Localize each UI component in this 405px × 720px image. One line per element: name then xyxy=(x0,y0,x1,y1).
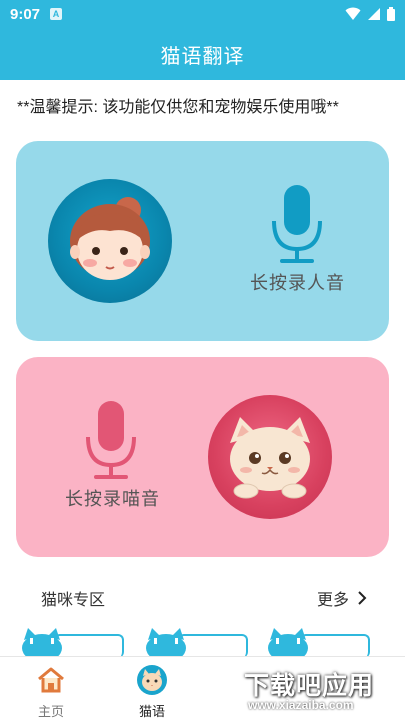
record-cat-card[interactable]: 长按录喵音 xyxy=(16,357,389,557)
nav-item-catspeak[interactable]: 猫语 xyxy=(122,657,182,720)
watermark-main: 下载吧应用 xyxy=(244,672,375,700)
notification-icon: A xyxy=(50,8,63,20)
cat-zone-title: 猫咪专区 xyxy=(41,592,106,609)
microphone-icon[interactable] xyxy=(268,185,326,270)
battery-icon xyxy=(387,7,395,21)
voice-bubble xyxy=(54,634,124,656)
status-time: 9:07 xyxy=(10,5,41,23)
home-icon xyxy=(35,664,67,696)
nav-label-catspeak: 猫语 xyxy=(138,704,165,719)
status-bar: 9:07 A xyxy=(0,0,405,28)
girl-avatar-icon xyxy=(48,179,172,303)
chevron-right-icon xyxy=(358,591,367,605)
record-human-label: 长按录人音 xyxy=(250,273,345,293)
more-link[interactable]: 更多 xyxy=(317,586,367,610)
watermark: 下载吧应用 www.xiazaiba.com xyxy=(244,666,404,716)
status-indicators xyxy=(345,7,395,21)
tip-text: **温馨提示: 该功能仅供您和宠物娱乐使用哦** xyxy=(17,99,339,116)
cat-face-icon xyxy=(136,664,168,696)
wifi-icon xyxy=(345,7,361,20)
cat-zone-item[interactable] xyxy=(266,624,370,656)
signal-icon xyxy=(368,8,380,20)
cat-zone-item[interactable] xyxy=(20,624,124,656)
record-cat-label: 长按录喵音 xyxy=(65,489,160,509)
cat-zone-list xyxy=(0,624,405,656)
voice-bubble xyxy=(178,634,248,656)
cat-avatar-icon xyxy=(208,395,332,519)
watermark-sub: www.xiazaiba.com xyxy=(248,698,354,712)
cat-zone-item[interactable] xyxy=(144,624,248,656)
voice-bubble xyxy=(300,634,370,656)
more-label: 更多 xyxy=(316,592,349,609)
microphone-icon[interactable] xyxy=(82,401,140,486)
cat-zone-header: 猫咪专区 更多 xyxy=(0,580,405,610)
app-header: 猫语翻译 xyxy=(0,28,405,80)
record-human-card[interactable]: 长按录人音 xyxy=(16,141,389,341)
nav-label-home: 主页 xyxy=(37,704,64,719)
nav-item-home[interactable]: 主页 xyxy=(21,657,81,720)
page-title: 猫语翻译 xyxy=(160,45,245,68)
